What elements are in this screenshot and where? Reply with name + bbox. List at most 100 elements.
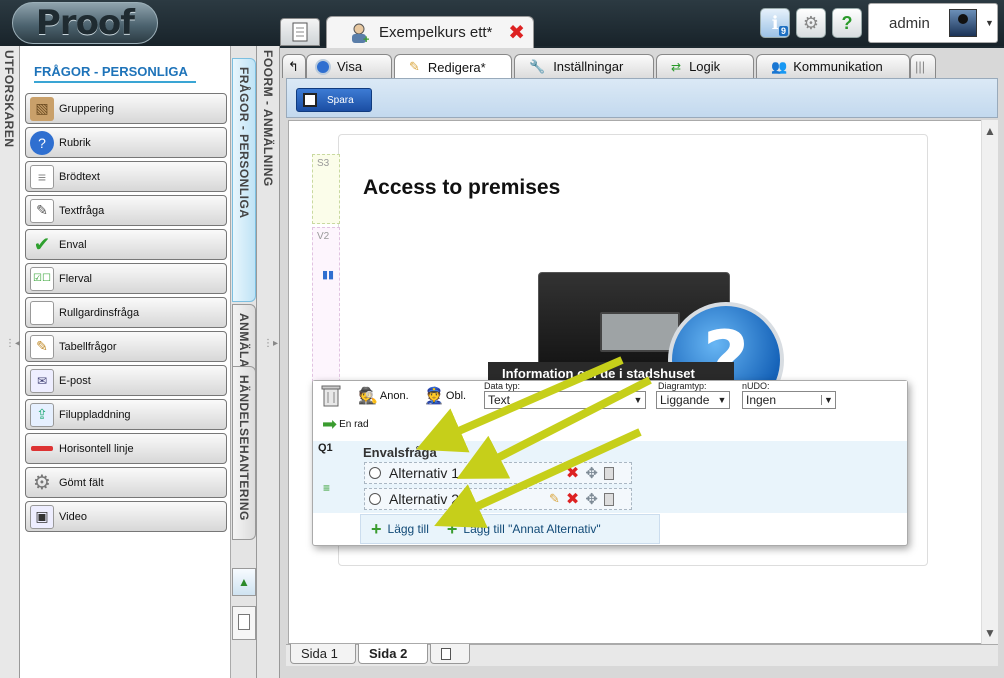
notifications-button[interactable]: ℹ 9: [760, 8, 790, 38]
plus-icon: +: [446, 518, 458, 539]
tool-video[interactable]: ▣ Video: [25, 501, 227, 532]
svg-text:+: +: [363, 34, 369, 44]
eye-icon: [315, 58, 331, 75]
document-icon: [292, 22, 308, 42]
vertical-scrollbar[interactable]: ▲ ▼: [981, 120, 998, 644]
add-alternative-button[interactable]: + Lägg till: [371, 519, 429, 540]
delete-icon[interactable]: ✖: [566, 463, 579, 483]
vtab-fragor-personliga[interactable]: FRÅGOR - PERSONLIGA: [232, 58, 256, 302]
page-tab-label: Sida 2: [369, 646, 408, 661]
alternative-text[interactable]: Alternativ 1: [389, 465, 549, 481]
new-document-tab-icon[interactable]: [280, 18, 320, 46]
explorer-label: UTFORSKAREN: [2, 50, 16, 148]
tool-label: Brödtext: [59, 170, 100, 183]
tool-filuppladdning[interactable]: ⇪ Filuppladdning: [25, 399, 227, 430]
grouping-icon: ▧: [30, 96, 54, 121]
section-label: S3: [317, 158, 330, 169]
datatype-select[interactable]: Text ▼: [484, 391, 646, 409]
page-title: Access to premises: [363, 176, 561, 199]
tab-logik[interactable]: ⇄ Logik: [656, 54, 754, 78]
document-tab[interactable]: + Exempelkurs ett* ✖: [326, 16, 534, 48]
tool-rullgardinsfraga[interactable]: Rullgardinsfråga: [25, 297, 227, 328]
wrench-icon: 🔧: [529, 58, 546, 74]
tool-flerval[interactable]: ☑☐ Flerval: [25, 263, 227, 294]
tab-overflow-handle[interactable]: |||: [910, 54, 936, 78]
alternative-text[interactable]: Alternativ 2: [389, 491, 549, 507]
chevron-down-icon: ▼: [717, 395, 727, 405]
delete-icon[interactable]: ✖: [566, 489, 579, 509]
tool-gruppering[interactable]: ▧ Gruppering: [25, 93, 227, 124]
calculator-icon[interactable]: [603, 466, 614, 480]
tool-epost[interactable]: ✉ E-post: [25, 365, 227, 396]
floppy-disk-icon: [303, 93, 317, 107]
tab-installningar[interactable]: 🔧 Inställningar: [514, 54, 654, 78]
section-block-s3[interactable]: S3: [312, 154, 340, 224]
alternative-row[interactable]: Alternativ 2 ✎ ✖ ✥: [364, 488, 632, 510]
section-block-v2[interactable]: V2 ▮▮: [312, 227, 340, 387]
nudo-label: nUDO:: [742, 381, 770, 391]
tab-kommunikation[interactable]: 👥 Kommunikation: [756, 54, 910, 78]
add-page-tab[interactable]: [430, 644, 470, 664]
grip-icon: |||: [915, 59, 926, 74]
move-icon[interactable]: ✥: [585, 490, 598, 508]
tool-brodtext[interactable]: ≡ Brödtext: [25, 161, 227, 192]
user-menu[interactable]: admin ▼: [868, 3, 998, 43]
gear-icon: ⚙: [33, 472, 51, 494]
page-icon-button[interactable]: [232, 606, 256, 640]
explorer-strip[interactable]: UTFORSKAREN ⋮◂⋮: [0, 46, 30, 678]
diagramtype-select[interactable]: Liggande ▼: [656, 391, 730, 409]
alternative-row[interactable]: Alternativ 1 ✎ ✖ ✥: [364, 462, 632, 484]
settings-button[interactable]: ⚙: [796, 8, 826, 38]
tool-horisontell-linje[interactable]: Horisontell linje: [25, 433, 227, 464]
logo-text: Proof: [35, 3, 135, 43]
app-logo[interactable]: Proof: [12, 2, 158, 44]
multi-choice-icon: ☑☐: [30, 266, 54, 291]
datatype-label: Data typ:: [484, 381, 521, 391]
tool-label: Rubrik: [59, 136, 91, 149]
tape-window-image: [600, 312, 680, 352]
question-title[interactable]: Envalsfråga: [363, 445, 437, 460]
tool-gomt-falt[interactable]: ⚙ Gömt fält: [25, 467, 227, 498]
move-icon[interactable]: ✥: [585, 464, 598, 482]
nudo-select[interactable]: Ingen ▼: [742, 391, 836, 409]
tab-redigera[interactable]: ✎ Redigera*: [394, 54, 512, 79]
form-strip[interactable]: FOORM - ANMÄLNING ⋮▸⋮: [256, 46, 288, 678]
email-icon: ✉: [30, 368, 54, 393]
tab-back[interactable]: ↰: [282, 54, 306, 78]
tool-textfraga[interactable]: ✎ Textfråga: [25, 195, 227, 226]
user-name: admin: [889, 14, 930, 32]
vtab-handelsehantering[interactable]: HÄNDELSEHANTERING: [232, 366, 256, 540]
info-icon: ℹ: [771, 12, 779, 33]
plus-icon: +: [371, 518, 382, 539]
delete-question-button[interactable]: [320, 384, 342, 408]
pencil-icon[interactable]: ✎: [549, 491, 560, 507]
help-button[interactable]: ?: [832, 8, 862, 38]
save-button[interactable]: Spara: [296, 88, 372, 112]
bar-chart-icon: ▮▮: [322, 269, 335, 281]
nudo-value: Ingen: [746, 393, 777, 407]
upload-arrow-button[interactable]: ▲: [232, 568, 256, 596]
page-tabs: Sida 1 Sida 2: [286, 644, 998, 666]
video-icon: ▣: [30, 504, 54, 529]
chevron-down-icon[interactable]: ▼: [984, 626, 996, 640]
calculator-icon[interactable]: [603, 492, 614, 506]
tool-label: Horisontell linje: [59, 442, 134, 455]
chevron-up-icon[interactable]: ▲: [984, 124, 996, 138]
tool-rubrik[interactable]: ? Rubrik: [25, 127, 227, 158]
tool-tabellfragor[interactable]: ✎ Tabellfrågor: [25, 331, 227, 362]
add-other-alternative-button[interactable]: + Lägg till "Annat Alternativ": [447, 519, 601, 540]
anonymous-toggle[interactable]: 🕵 Anon.: [358, 386, 409, 406]
spy-icon: 🕵: [358, 388, 378, 405]
tool-label: Enval: [59, 238, 87, 251]
page-tab-1[interactable]: Sida 1: [290, 644, 356, 664]
tab-visa[interactable]: Visa: [306, 54, 392, 78]
radio-button[interactable]: [369, 493, 381, 505]
single-line-toggle[interactable]: ➡ En rad: [322, 414, 369, 435]
tool-enval[interactable]: ✔ Enval: [25, 229, 227, 260]
diagramtype-value: Liggande: [660, 393, 710, 407]
radio-button[interactable]: [369, 467, 381, 479]
required-toggle[interactable]: 👮 Obl.: [424, 386, 466, 406]
people-icon: 👥: [771, 58, 788, 74]
close-tab-icon[interactable]: ✖: [508, 20, 525, 45]
page-tab-2[interactable]: Sida 2: [358, 644, 428, 664]
